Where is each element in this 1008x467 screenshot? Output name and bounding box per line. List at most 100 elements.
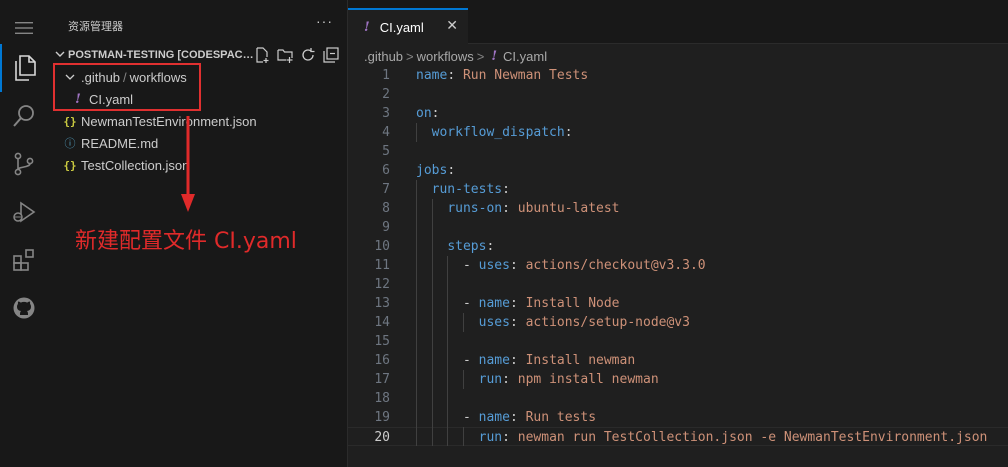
indent-guide (447, 256, 449, 446)
extensions-icon[interactable] (0, 236, 48, 284)
activity-bar (0, 0, 49, 467)
breadcrumb: .github > workflows > ! CI.yaml (364, 47, 547, 65)
line-number: 7 (382, 182, 390, 197)
explorer-toolbar (254, 47, 339, 63)
code-text: - name: Install newman (462, 353, 636, 368)
line-number: 19 (374, 410, 390, 425)
line-number: 9 (382, 220, 390, 235)
code-line: 9 (348, 218, 1008, 237)
yaml-value: npm install newman (517, 372, 659, 387)
indent-guide (431, 199, 433, 446)
yaml-key: name (416, 68, 448, 83)
tab-ci-yaml[interactable]: ! CI.yaml ✕ (348, 8, 468, 44)
code-line: 6 jobs: (348, 161, 1008, 180)
yaml-key: steps (447, 239, 487, 254)
github-icon[interactable] (0, 284, 48, 332)
code-line: 8 runs-on: ubuntu-latest (348, 199, 1008, 218)
code-text: uses: actions/setup-node@v3 (478, 315, 690, 330)
yaml-value: Run Newman Tests (462, 68, 589, 83)
run-debug-icon[interactable] (0, 188, 48, 236)
line-number: 2 (382, 87, 390, 102)
json-file-icon: {} (63, 114, 77, 128)
code-line: 2 (348, 85, 1008, 104)
yaml-key: name (478, 296, 510, 311)
line-number: 17 (374, 372, 390, 387)
line-number: 4 (382, 125, 390, 140)
annotation-arrow-icon (181, 116, 195, 212)
line-number: 15 (374, 334, 390, 349)
line-number: 20 (374, 430, 390, 445)
line-number: 10 (374, 239, 390, 254)
yaml-key: on (416, 106, 432, 121)
code-line: 1 name: Run Newman Tests (348, 66, 1008, 85)
file-name: NewmanTestEnvironment.json (81, 113, 257, 129)
new-file-icon[interactable] (254, 47, 270, 63)
breadcrumb-file[interactable]: CI.yaml (503, 49, 547, 64)
yaml-key: name (478, 353, 510, 368)
annotation-text: 新建配置文件 CI.yaml (75, 229, 297, 254)
yaml-value: actions/setup-node@v3 (525, 315, 690, 330)
breadcrumb-workflows[interactable]: workflows (417, 49, 474, 64)
yaml-value: Install Node (525, 296, 620, 311)
line-number: 11 (374, 258, 390, 273)
line-number: 8 (382, 201, 390, 216)
source-control-icon[interactable] (0, 140, 48, 188)
yaml-value: newman run TestCollection.json -e Newman… (517, 430, 988, 445)
code-line: 5 (348, 142, 1008, 161)
code-text: run-tests: (431, 182, 510, 197)
file-test-collection[interactable]: {} TestCollection.json (62, 154, 189, 176)
code-text: workflow_dispatch: (431, 125, 573, 140)
code-text: runs-on: ubuntu-latest (447, 201, 620, 216)
explorer-title: 资源管理器 (68, 21, 123, 33)
chevron-right-icon: > (476, 48, 485, 64)
line-number: 6 (382, 163, 390, 178)
code-text: name: Run Newman Tests (416, 68, 589, 83)
info-icon: ⓘ (64, 137, 76, 150)
file-newman-env[interactable]: {} NewmanTestEnvironment.json (62, 110, 257, 132)
indent-guide (462, 313, 464, 332)
file-readme[interactable]: ⓘ README.md (62, 132, 159, 154)
yaml-file-icon: ! (364, 19, 370, 35)
code-line: 10 steps: (348, 237, 1008, 256)
line-number: 1 (382, 68, 390, 83)
indent-guide (416, 180, 417, 446)
close-icon[interactable]: ✕ (446, 17, 458, 34)
refresh-icon[interactable] (300, 47, 316, 63)
explorer-icon[interactable] (0, 44, 48, 92)
yaml-key: runs-on (447, 201, 503, 216)
tab-bar: ! CI.yaml ✕ (348, 0, 1008, 44)
code-text: run: newman run TestCollection.json -e N… (478, 430, 988, 445)
line-number: 3 (382, 106, 390, 121)
code-line: 7 run-tests: (348, 180, 1008, 199)
yaml-key: uses (478, 258, 510, 273)
collapse-all-icon[interactable] (323, 47, 339, 63)
indent-guide (462, 370, 464, 389)
search-icon[interactable] (0, 92, 48, 140)
breadcrumb-github[interactable]: .github (364, 49, 403, 64)
line-number: 12 (374, 277, 390, 292)
annotation-highlight-box (53, 63, 201, 111)
file-name: TestCollection.json (81, 157, 190, 173)
yaml-key: run (478, 430, 503, 445)
more-actions-icon[interactable]: ··· (316, 13, 333, 29)
new-folder-icon[interactable] (277, 47, 293, 63)
yaml-key: run (478, 372, 503, 387)
yaml-key: name (478, 410, 510, 425)
line-number: 13 (374, 296, 390, 311)
code-line: 4 workflow_dispatch: (348, 123, 1008, 142)
code-text: on: (416, 106, 440, 121)
line-number: 14 (374, 315, 390, 330)
indent-guide (416, 123, 417, 142)
code-text: jobs: (416, 163, 456, 178)
line-number: 16 (374, 353, 390, 368)
yaml-value: Run tests (525, 410, 597, 425)
tab-label: CI.yaml (379, 19, 424, 35)
editor-area: ! CI.yaml ✕ .github > workflows > ! CI.y… (348, 0, 1008, 467)
json-file-icon: {} (63, 158, 77, 172)
chevron-down-icon[interactable] (52, 50, 68, 61)
yaml-key: jobs (416, 163, 448, 178)
code-line: 3 on: (348, 104, 1008, 123)
yaml-key: uses (478, 315, 510, 330)
line-number: 18 (374, 391, 390, 406)
yaml-file-icon: ! (491, 48, 498, 64)
